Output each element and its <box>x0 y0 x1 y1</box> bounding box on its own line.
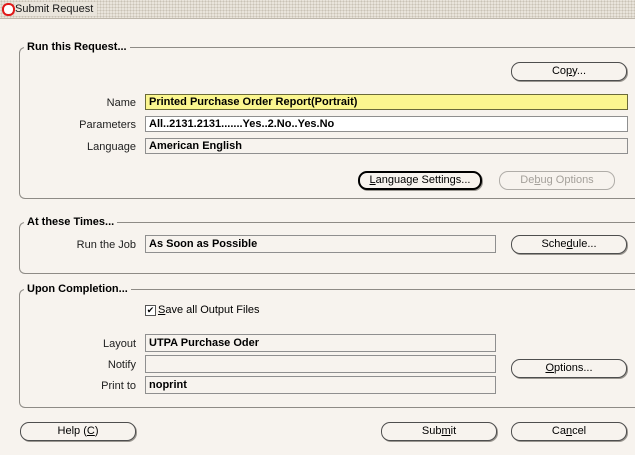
window-title: Submit Request <box>15 2 98 16</box>
window-titlebar[interactable]: Submit Request <box>0 0 635 19</box>
run-request-title: Run this Request... <box>24 40 130 54</box>
name-field[interactable]: Printed Purchase Order Report(Portrait) <box>145 94 628 110</box>
run-job-label: Run the Job <box>76 239 136 251</box>
schedule-button[interactable]: Schedule... <box>511 235 627 254</box>
language-settings-label-post: anguage Settings... <box>375 174 471 186</box>
language-settings-button[interactable]: Language Settings... <box>358 171 482 190</box>
completion-title: Upon Completion... <box>24 282 131 296</box>
copy-button[interactable]: Copy... <box>511 62 627 81</box>
print-to-label: Print to <box>101 380 136 392</box>
debug-options-label-pre: De <box>520 174 535 186</box>
layout-field[interactable]: UTPA Purchase Oder <box>145 334 496 352</box>
options-label-post: ptions... <box>554 362 593 374</box>
checkmark-icon: ✔ <box>146 305 155 315</box>
cancel-label-pre: Ca <box>551 425 566 437</box>
notify-field[interactable] <box>145 355 496 373</box>
copy-button-label-post: y... <box>572 65 587 77</box>
layout-label: Layout <box>102 338 136 350</box>
help-button[interactable]: Help (C) <box>20 422 136 441</box>
submit-label-pre: Sub <box>421 425 442 437</box>
schedule-label-pre: Sche <box>541 238 567 250</box>
name-label: Name <box>106 97 136 109</box>
run-job-field[interactable]: As Soon as Possible <box>145 235 496 253</box>
cancel-label-post: cel <box>572 425 587 437</box>
options-access-key: O <box>545 362 555 374</box>
options-button[interactable]: Options... <box>511 359 627 378</box>
save-output-checkbox[interactable]: ✔ <box>145 305 156 316</box>
save-output-label: Save all Output Files <box>158 303 260 317</box>
submit-button[interactable]: Submit <box>381 422 497 441</box>
help-access-key: C <box>86 425 95 437</box>
parameters-label: Parameters <box>79 119 136 131</box>
language-field[interactable]: American English <box>145 138 628 154</box>
save-output-label-text: ave all Output Files <box>165 304 260 316</box>
help-label-pre: Help ( <box>57 425 87 437</box>
times-title: At these Times... <box>24 215 118 229</box>
debug-options-button[interactable]: Debug Options <box>499 171 615 190</box>
cancel-button[interactable]: Cancel <box>511 422 627 441</box>
parameters-field[interactable]: All..2131.2131.......Yes..2.No..Yes.No <box>145 116 628 132</box>
language-label: Language <box>87 141 136 153</box>
submit-access-key: m <box>441 425 451 437</box>
submit-label-post: it <box>450 425 457 437</box>
debug-options-label-post: ug Options <box>540 174 594 186</box>
help-label-post: ) <box>94 425 99 437</box>
copy-button-label-pre: Co <box>551 65 567 77</box>
notify-label: Notify <box>107 359 136 371</box>
print-to-field[interactable]: noprint <box>145 376 496 394</box>
schedule-label-post: ule... <box>572 238 597 250</box>
oracle-icon <box>2 3 15 16</box>
